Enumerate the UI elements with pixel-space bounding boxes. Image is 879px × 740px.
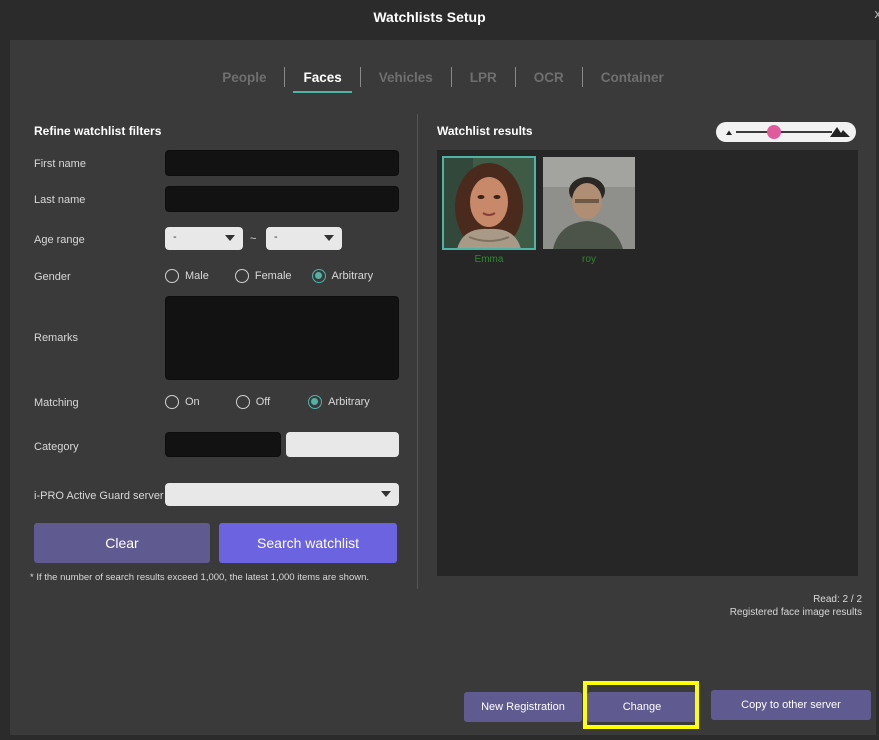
radio-circle-icon [165, 269, 179, 283]
radio-circle-icon [235, 395, 250, 409]
last-name-label: Last name [34, 194, 86, 206]
radio-circle-icon [165, 395, 179, 409]
age-range-label: Age range [34, 234, 85, 246]
gender-arbitrary-radio[interactable]: Arbitrary [311, 269, 374, 283]
search-watchlist-button[interactable]: Search watchlist [219, 523, 397, 563]
gender-female-radio[interactable]: Female [234, 269, 292, 283]
face-name-emma: Emma [474, 254, 504, 265]
remarks-label: Remarks [34, 332, 79, 344]
first-name-field[interactable] [165, 150, 399, 176]
matching-arbitrary-radio[interactable]: Arbitrary [308, 395, 370, 409]
age-range-separator: ~ [250, 233, 257, 245]
title-bar: Watchlists Setup x [0, 0, 879, 36]
results-title: Watchlist results [437, 124, 533, 138]
panel-divider [417, 114, 418, 589]
change-button-highlight [583, 681, 699, 729]
tab-lpr[interactable]: LPR [452, 70, 515, 85]
matching-on-label: On [185, 396, 200, 408]
results-caption: Registered face image results [729, 607, 862, 618]
tab-people[interactable]: People [204, 70, 284, 85]
first-name-label: First name [34, 158, 86, 170]
category-label: Category [34, 441, 79, 453]
chevron-down-icon [324, 235, 334, 241]
window-title: Watchlists Setup [373, 9, 486, 25]
face-name-roy: roy [582, 254, 596, 265]
tab-ocr[interactable]: OCR [516, 70, 582, 85]
age-to-value: - [274, 231, 278, 243]
gender-female-label: Female [254, 270, 292, 282]
tab-faces[interactable]: Faces [285, 70, 359, 93]
radio-circle-icon [311, 269, 326, 283]
clear-button[interactable]: Clear [34, 523, 210, 563]
read-count: Read: 2 / 2 [813, 594, 862, 605]
server-label: i-PRO Active Guard server [34, 490, 164, 502]
age-from-select[interactable]: - [165, 227, 243, 250]
radio-circle-icon [308, 395, 323, 409]
mountain-large-icon [830, 127, 850, 137]
face-thumbnail-emma[interactable] [442, 156, 536, 250]
new-registration-button[interactable]: New Registration [464, 692, 582, 722]
matching-off-radio[interactable]: Off [235, 395, 271, 409]
results-grid: Emma roy [437, 150, 858, 576]
matching-on-radio[interactable]: On [165, 395, 200, 409]
face-thumbnail-roy[interactable] [543, 157, 635, 249]
filters-title: Refine watchlist filters [34, 124, 162, 138]
age-from-value: - [173, 231, 177, 243]
age-to-select[interactable]: - [266, 227, 342, 250]
close-icon[interactable]: x [875, 6, 879, 21]
slider-knob[interactable] [767, 125, 781, 139]
matching-arbitrary-label: Arbitrary [328, 396, 370, 408]
gender-arbitrary-label: Arbitrary [331, 270, 374, 282]
matching-radio-group: On Off Arbitrary [165, 395, 370, 409]
last-name-field[interactable] [165, 186, 399, 212]
gender-male-radio[interactable]: Male [165, 269, 209, 283]
chevron-down-icon [381, 491, 391, 497]
chevron-down-icon [225, 235, 235, 241]
gender-male-label: Male [185, 270, 209, 282]
watchlists-setup-window: Watchlists Setup x People Faces Vehicles… [0, 0, 879, 740]
category-tabs: People Faces Vehicles LPR OCR Container [10, 64, 876, 93]
tab-container[interactable]: Container [583, 70, 682, 85]
radio-circle-icon [234, 269, 249, 283]
category-field[interactable] [165, 432, 281, 457]
remarks-field[interactable] [165, 296, 399, 380]
thumbnail-size-slider[interactable] [716, 122, 856, 142]
gender-label: Gender [34, 271, 71, 283]
category-select-button[interactable] [286, 432, 399, 457]
search-limit-note: * If the number of search results exceed… [30, 572, 370, 583]
matching-off-label: Off [255, 396, 271, 408]
main-panel: People Faces Vehicles LPR OCR Container … [10, 40, 876, 735]
tab-vehicles[interactable]: Vehicles [361, 70, 451, 85]
matching-label: Matching [34, 397, 79, 409]
slider-track [736, 131, 832, 133]
server-select[interactable] [165, 483, 399, 506]
copy-to-other-server-button[interactable]: Copy to other server [711, 690, 871, 720]
gender-radio-group: Male Female Arbitrary [165, 269, 373, 283]
